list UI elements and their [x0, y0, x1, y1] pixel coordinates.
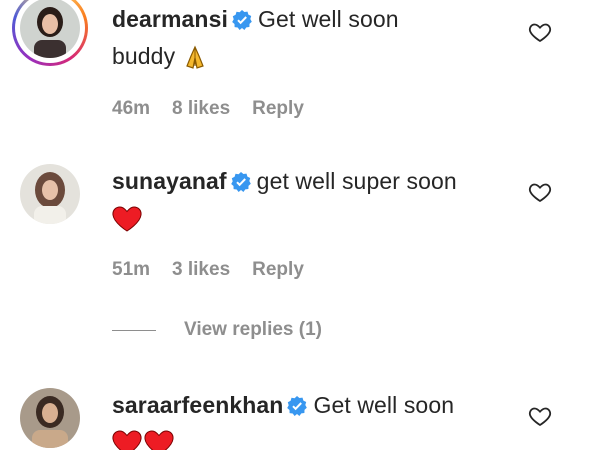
timestamp: 46m [112, 98, 151, 119]
comment-item: dearmansi Get well soon buddy 46m 8 likes… [0, 0, 600, 140]
avatar[interactable] [20, 388, 80, 448]
comment-text: get well super soon [256, 168, 457, 194]
heart-outline-icon[interactable] [528, 180, 552, 204]
red-heart-icon [144, 430, 174, 450]
comment-text: Get well soon [257, 6, 399, 32]
verified-badge-icon [230, 167, 251, 201]
comment-text: Get well soon [313, 392, 455, 418]
view-replies-button[interactable]: View replies (1) [112, 317, 322, 343]
avatar[interactable] [20, 164, 80, 224]
reply-button[interactable]: Reply [252, 98, 304, 120]
comment-meta: 51m 3 likes Reply [112, 259, 304, 281]
red-heart-icon [112, 430, 142, 450]
divider [112, 329, 156, 331]
likes-count[interactable]: 3 likes [172, 259, 230, 281]
avatar[interactable] [20, 0, 80, 58]
heart-outline-icon[interactable] [528, 404, 552, 428]
reply-button[interactable]: Reply [252, 259, 304, 281]
verified-badge-icon [287, 391, 308, 425]
verified-badge-icon [232, 5, 252, 39]
comments-list: dearmansi Get well soon buddy 46m 8 likes… [0, 0, 600, 450]
heart-outline-icon[interactable] [528, 20, 552, 44]
praying-hands-icon [182, 44, 208, 79]
username[interactable]: sunayanaf [112, 168, 227, 194]
likes-count[interactable]: 8 likes [172, 98, 230, 120]
view-replies-label[interactable]: View replies (1) [184, 319, 322, 341]
username[interactable]: dearmansi [112, 6, 228, 32]
comment-text-line2: buddy [112, 43, 176, 69]
comment-meta: 46m 8 likes Reply [112, 98, 304, 120]
red-heart-icon [112, 206, 142, 241]
comment-item: saraarfeenkhan Get well soon [0, 384, 600, 450]
timestamp: 51m [112, 259, 151, 280]
username[interactable]: saraarfeenkhan [112, 392, 283, 418]
